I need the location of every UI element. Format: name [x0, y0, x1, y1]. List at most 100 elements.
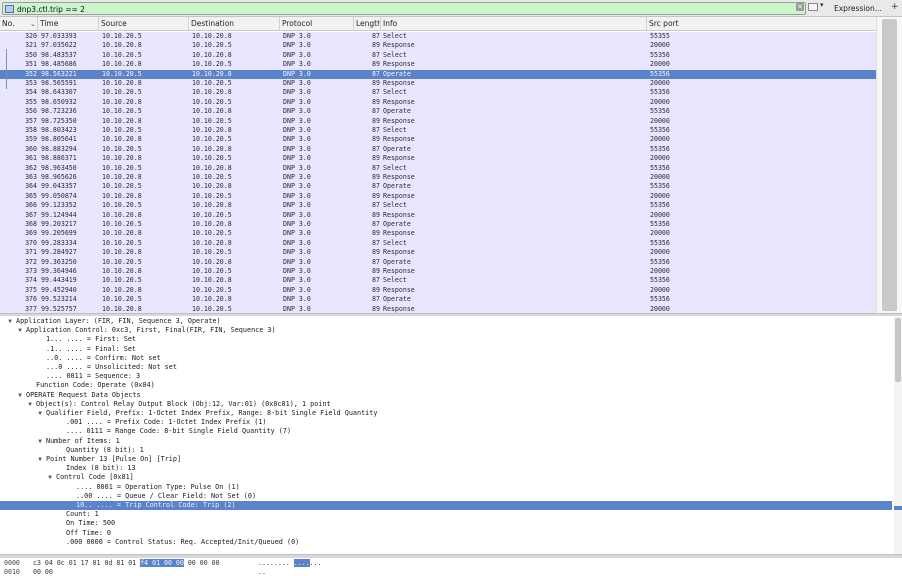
- packet-protocol: DNP 3.0: [283, 107, 311, 116]
- packet-source: 10.10.20.8: [102, 248, 142, 257]
- packet-info: Response: [383, 248, 415, 257]
- packet-row[interactable]: 372 99.363250 10.10.20.5 10.10.20.8 DNP 3.0 8…: [0, 257, 876, 267]
- packet-row[interactable]: 376 99.523214 10.10.20.5 10.10.20.8 DNP 3.0 8…: [0, 295, 876, 305]
- tree-row[interactable]: Off Time: 0: [0, 529, 892, 538]
- bookmark-icon[interactable]: [5, 5, 14, 13]
- bytes-row[interactable]: 0010 00 00..: [0, 568, 902, 576]
- column-header-length[interactable]: Length: [354, 17, 381, 31]
- packet-time: 99.050874: [41, 191, 77, 200]
- expand-triangle-icon[interactable]: ▼: [6, 317, 14, 326]
- packet-src-port: 55356: [650, 69, 670, 78]
- packet-info: Response: [383, 191, 415, 200]
- packet-length: 89: [372, 60, 380, 69]
- scrollbar-thumb[interactable]: [882, 19, 897, 311]
- tree-row[interactable]: ▼ Application Layer: (FIR, FIN, Sequence …: [0, 317, 892, 326]
- packet-row[interactable]: 364 99.043357 10.10.20.5 10.10.20.8 DNP 3.0 8…: [0, 182, 876, 192]
- packet-row[interactable]: 357 98.725350 10.10.20.8 10.10.20.5 DNP 3.0 8…: [0, 116, 876, 126]
- packet-row[interactable]: 358 98.803423 10.10.20.5 10.10.20.8 DNP 3.0 8…: [0, 126, 876, 136]
- tree-row[interactable]: 1... .... = First: Set: [0, 335, 892, 344]
- tree-row[interactable]: ..0. .... = Confirm: Not set: [0, 354, 892, 363]
- packet-row[interactable]: 320 97.033393 10.10.20.5 10.10.20.8 DNP 3.0 8…: [0, 32, 876, 42]
- packet-row[interactable]: 354 98.643307 10.10.20.5 10.10.20.8 DNP 3.0 8…: [0, 88, 876, 98]
- expand-triangle-icon[interactable]: ▼: [16, 326, 24, 335]
- expand-triangle-icon[interactable]: ▼: [36, 409, 44, 418]
- packet-row[interactable]: 368 99.203217 10.10.20.5 10.10.20.8 DNP 3.0 8…: [0, 220, 876, 230]
- tree-row[interactable]: ▼ OPERATE Request Data Objects: [0, 391, 892, 400]
- clear-filter-icon[interactable]: ✕: [796, 3, 804, 11]
- details-scrollbar[interactable]: [894, 316, 902, 554]
- expand-triangle-icon[interactable]: ▼: [26, 400, 34, 409]
- packet-row[interactable]: 377 99.525757 10.10.20.8 10.10.20.5 DNP 3.0 8…: [0, 304, 876, 313]
- packet-row[interactable]: 351 98.485686 10.10.20.8 10.10.20.5 DNP 3.0 8…: [0, 60, 876, 70]
- tree-row[interactable]: ▼ Qualifier Field, Prefix: 1-Octet Index …: [0, 409, 892, 418]
- expand-triangle-icon[interactable]: ▼: [36, 455, 44, 464]
- packet-row[interactable]: 363 98.965626 10.10.20.8 10.10.20.5 DNP 3.0 8…: [0, 173, 876, 183]
- recent-filters-icon[interactable]: [808, 3, 818, 11]
- packet-src-port: 20000: [650, 191, 670, 200]
- packet-info: Operate: [383, 182, 411, 191]
- packet-row[interactable]: 375 99.452940 10.10.20.8 10.10.20.5 DNP 3.0 8…: [0, 285, 876, 296]
- packet-row[interactable]: 361 98.886371 10.10.20.8 10.10.20.5 DNP 3.0 8…: [0, 154, 876, 164]
- packet-row[interactable]: 350 98.483537 10.10.20.5 10.10.20.8 DNP 3.0 8…: [0, 50, 876, 61]
- packet-row[interactable]: 373 99.364946 10.10.20.8 10.10.20.5 DNP 3.0 8…: [0, 267, 876, 277]
- tree-row[interactable]: ▼ Number of Items: 1: [0, 437, 892, 446]
- packet-row[interactable]: 367 99.124944 10.10.20.8 10.10.20.5 DNP 3.0 8…: [0, 210, 876, 220]
- packet-row[interactable]: 371 99.284927 10.10.20.8 10.10.20.5 DNP 3.0 8…: [0, 248, 876, 258]
- packet-row[interactable]: 362 98.963450 10.10.20.5 10.10.20.8 DNP 3.0 8…: [0, 163, 876, 173]
- packet-row[interactable]: 359 98.805641 10.10.20.8 10.10.20.5 DNP 3.0 8…: [0, 135, 876, 145]
- bytes-row[interactable]: 0000 c3 04 0c 01 17 01 0d 81 01 f4 01 00 …: [0, 559, 902, 568]
- packet-row[interactable]: 365 99.050874 10.10.20.8 10.10.20.5 DNP 3.0 8…: [0, 191, 876, 202]
- packet-row[interactable]: 352 98.563221 10.10.20.5 10.10.20.8 DNP 3.0 8…: [0, 69, 876, 79]
- add-filter-button[interactable]: +: [891, 2, 899, 12]
- packet-destination: 10.10.20.8: [192, 69, 232, 78]
- packet-row[interactable]: 374 99.443419 10.10.20.5 10.10.20.8 DNP 3.0 8…: [0, 276, 876, 286]
- packet-length: 87: [372, 107, 380, 116]
- expand-triangle-icon[interactable]: ▼: [16, 391, 24, 400]
- tree-row[interactable]: .1.. .... = Final: Set: [0, 345, 892, 354]
- display-filter-field[interactable]: [2, 2, 806, 15]
- expand-triangle-icon[interactable]: ▼: [46, 473, 54, 482]
- scrollbar-thumb[interactable]: [895, 318, 901, 382]
- packet-row[interactable]: 370 99.283334 10.10.20.5 10.10.20.8 DNP 3.0 8…: [0, 238, 876, 249]
- packet-destination: 10.10.20.8: [192, 163, 232, 172]
- tree-row[interactable]: .000 0000 = Control Status: Req. Accepte…: [0, 538, 892, 547]
- tree-row[interactable]: .... 0001 = Operation Type: Pulse On (1): [0, 483, 892, 492]
- packet-row[interactable]: 321 97.035622 10.10.20.8 10.10.20.5 DNP 3.0 8…: [0, 41, 876, 51]
- column-header-time[interactable]: Time: [38, 17, 99, 31]
- tree-row[interactable]: ▼ Control Code [0x81]: [0, 473, 892, 482]
- display-filter-input[interactable]: [17, 4, 777, 14]
- packet-row[interactable]: 360 98.883294 10.10.20.5 10.10.20.8 DNP 3.0 8…: [0, 144, 876, 155]
- bytes-hex-text: c3 04 0c 01 17 01 0d 81 01: [33, 559, 141, 567]
- packet-row[interactable]: 369 99.205699 10.10.20.8 10.10.20.5 DNP 3.0 8…: [0, 229, 876, 239]
- tree-row[interactable]: On Time: 500: [0, 519, 892, 528]
- packet-row[interactable]: 356 98.723236 10.10.20.5 10.10.20.8 DNP 3.0 8…: [0, 107, 876, 117]
- tree-row[interactable]: Quantity (8 bit): 1: [0, 446, 892, 455]
- column-header-destination[interactable]: Destination: [189, 17, 280, 31]
- column-header-src-port[interactable]: Src port: [647, 17, 876, 31]
- column-header-protocol[interactable]: Protocol: [280, 17, 354, 31]
- tree-row[interactable]: 10.. .... = Trip Control Code: Trip (2): [0, 501, 892, 511]
- tree-row[interactable]: .... 0111 = Range Code: 8-bit Single Fie…: [0, 427, 892, 436]
- expression-button[interactable]: Expression...: [830, 2, 886, 15]
- expand-triangle-icon[interactable]: ▼: [36, 437, 44, 446]
- tree-row[interactable]: Count: 1: [0, 510, 892, 519]
- tree-row[interactable]: Index (8 bit): 13: [0, 464, 892, 473]
- packet-row[interactable]: 353 98.565591 10.10.20.8 10.10.20.5 DNP 3.0 8…: [0, 79, 876, 89]
- packet-row[interactable]: 366 99.123352 10.10.20.5 10.10.20.8 DNP 3.0 8…: [0, 201, 876, 211]
- tree-row[interactable]: .... 0011 = Sequence: 3: [0, 372, 892, 381]
- packet-src-port: 20000: [650, 97, 670, 106]
- tree-row[interactable]: ▼ Application Control: 0xc3, First, Final…: [0, 326, 892, 335]
- tree-row[interactable]: ...0 .... = Unsolicited: Not set: [0, 363, 892, 372]
- tree-row[interactable]: Function Code: Operate (0x04): [0, 381, 892, 390]
- tree-row[interactable]: ▼ Point Number 13 [Pulse On] [Trip]: [0, 455, 892, 464]
- column-header-source[interactable]: Source: [99, 17, 189, 31]
- tree-row[interactable]: ..00 .... = Queue / Clear Field: Not Set…: [0, 492, 892, 501]
- packet-list-scrollbar[interactable]: [876, 17, 902, 313]
- tree-row[interactable]: .001 .... = Prefix Code: 1-Octet Index P…: [0, 418, 892, 427]
- sort-ascending-icon[interactable]: ⌄: [30, 17, 36, 31]
- tree-row[interactable]: ▼ Object(s): Control Relay Output Block (…: [0, 400, 892, 409]
- chevron-down-icon[interactable]: ▾: [820, 1, 824, 9]
- packet-source: 10.10.20.8: [102, 79, 142, 87]
- packet-row[interactable]: 355 98.650932 10.10.20.8 10.10.20.5 DNP 3.0 8…: [0, 97, 876, 108]
- column-header-info[interactable]: Info: [381, 17, 647, 31]
